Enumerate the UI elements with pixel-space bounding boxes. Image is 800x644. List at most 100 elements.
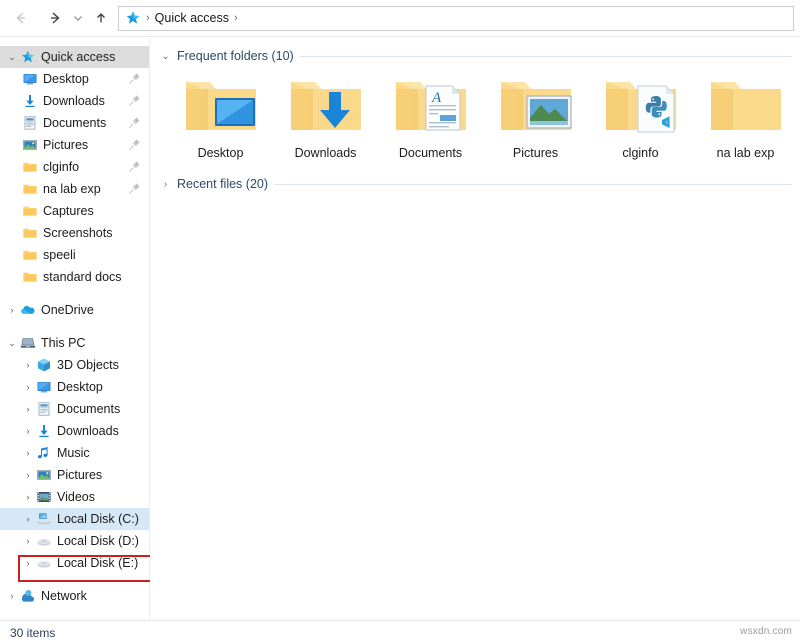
folder-tile-icon bbox=[185, 82, 256, 130]
sidebar-item-desktop[interactable]: › Desktop bbox=[0, 376, 149, 398]
folder-tile-label: Pictures bbox=[512, 146, 559, 160]
document-icon bbox=[38, 402, 50, 416]
folder-icon-download-overlay bbox=[287, 72, 365, 140]
sidebar-item-clginfo[interactable]: clginfo bbox=[0, 156, 149, 178]
chevron-down-icon bbox=[74, 16, 82, 21]
chevron-right-icon[interactable]: › bbox=[20, 514, 36, 524]
sidebar-item-screenshots[interactable]: Screenshots bbox=[0, 222, 149, 244]
chevron-right-icon[interactable]: › bbox=[20, 470, 36, 480]
folder-tile[interactable]: Downloads bbox=[273, 72, 378, 160]
sidebar-item-label: Documents bbox=[43, 116, 107, 130]
address-bar[interactable]: › Quick access › bbox=[118, 5, 794, 31]
chevron-down-icon[interactable]: ⌄ bbox=[4, 52, 20, 63]
recent-files-header[interactable]: › Recent files (20) bbox=[160, 174, 800, 194]
breadcrumb-separator-trailing[interactable]: › bbox=[234, 12, 238, 24]
forward-button[interactable] bbox=[42, 5, 68, 31]
up-button[interactable] bbox=[88, 5, 114, 31]
sidebar-item-label: Downloads bbox=[43, 94, 105, 108]
sidebar-item-documents[interactable]: › Documents bbox=[0, 398, 149, 420]
folder-tile[interactable]: clginfo bbox=[588, 72, 693, 160]
folder-icon bbox=[23, 206, 37, 216]
sidebar-item-label: Local Disk (E:) bbox=[57, 556, 139, 570]
chevron-right-icon[interactable]: › bbox=[20, 382, 36, 392]
sidebar-item-label: This PC bbox=[41, 336, 86, 350]
pictures-icon bbox=[37, 470, 51, 480]
chevron-right-icon[interactable]: › bbox=[20, 448, 36, 458]
folder-tile[interactable]: A Documents bbox=[378, 72, 483, 160]
status-bar: 30 items bbox=[0, 620, 800, 644]
folder-tile-label: na lab exp bbox=[716, 146, 775, 160]
folder-tile-label: Downloads bbox=[294, 146, 357, 160]
folder-tile[interactable]: Desktop bbox=[168, 72, 273, 160]
sidebar-item-onedrive[interactable]: › OneDrive bbox=[0, 299, 149, 321]
sidebar-item-pictures[interactable]: › Pictures bbox=[0, 464, 149, 486]
folder-icon bbox=[23, 162, 37, 172]
sidebar-item-network[interactable]: › Network bbox=[0, 585, 149, 607]
sidebar-item-downloads[interactable]: Downloads bbox=[0, 90, 149, 112]
sidebar-item-standard-docs[interactable]: standard docs bbox=[0, 266, 149, 288]
network-icon bbox=[22, 590, 35, 602]
back-button[interactable] bbox=[8, 5, 34, 31]
sidebar-item-documents[interactable]: Documents bbox=[0, 112, 149, 134]
sidebar-item-this-pc[interactable]: ⌄ This PC bbox=[0, 332, 149, 354]
folder-icon-python-overlay bbox=[602, 72, 680, 140]
sidebar-item-label: Desktop bbox=[43, 72, 89, 86]
chevron-right-icon[interactable]: › bbox=[20, 360, 36, 370]
breadcrumb-quick-access[interactable]: Quick access bbox=[155, 11, 229, 25]
sidebar-item-local-disk-c[interactable]: › Local Disk (C:) bbox=[0, 508, 149, 530]
sidebar-item-captures[interactable]: Captures bbox=[0, 200, 149, 222]
sidebar-item-music[interactable]: › Music bbox=[0, 442, 149, 464]
sidebar-item-label: Downloads bbox=[57, 424, 119, 438]
pin-icon[interactable] bbox=[128, 182, 141, 195]
chevron-right-icon[interactable]: › bbox=[20, 558, 36, 568]
pin-icon[interactable] bbox=[128, 138, 141, 151]
sidebar-item-local-disk-e[interactable]: › Local Disk (E:) bbox=[0, 552, 149, 574]
onedrive-icon bbox=[21, 306, 35, 314]
desktop-icon bbox=[37, 382, 51, 393]
sidebar-item-3d-objects[interactable]: › 3D Objects bbox=[0, 354, 149, 376]
pin-icon[interactable] bbox=[128, 116, 141, 129]
sidebar-item-desktop[interactable]: Desktop bbox=[0, 68, 149, 90]
os-drive-icon bbox=[37, 513, 51, 525]
pin-icon[interactable] bbox=[128, 72, 141, 85]
pin-icon[interactable] bbox=[128, 94, 141, 107]
document-icon bbox=[24, 116, 36, 130]
sidebar-item-label: Local Disk (C:) bbox=[57, 512, 139, 526]
chevron-right-icon[interactable]: › bbox=[20, 426, 36, 436]
chevron-down-icon[interactable]: ⌄ bbox=[160, 51, 171, 62]
folder-tile[interactable]: Pictures bbox=[483, 72, 588, 160]
folder-tile-icon bbox=[605, 82, 676, 133]
thispc-icon bbox=[20, 338, 36, 348]
sidebar-item-quick-access[interactable]: ⌄ Quick access bbox=[0, 46, 149, 68]
sidebar-item-videos[interactable]: › Videos bbox=[0, 486, 149, 508]
chevron-right-icon[interactable]: › bbox=[20, 536, 36, 546]
sidebar-item-pictures[interactable]: Pictures bbox=[0, 134, 149, 156]
pin-icon[interactable] bbox=[128, 160, 141, 173]
star-icon bbox=[22, 50, 34, 63]
folder-icon-none bbox=[707, 72, 785, 140]
frequent-folders-header[interactable]: ⌄ Frequent folders (10) bbox=[160, 46, 800, 66]
quick-access-star-icon bbox=[126, 11, 140, 24]
videos-icon bbox=[37, 492, 51, 502]
chevron-right-icon[interactable]: › bbox=[20, 492, 36, 502]
svg-text:A: A bbox=[431, 90, 442, 106]
sidebar-item-speeli[interactable]: speeli bbox=[0, 244, 149, 266]
item-count-label: 30 items bbox=[10, 625, 56, 640]
chevron-right-icon[interactable]: › bbox=[4, 305, 20, 315]
sidebar-item-downloads[interactable]: › Downloads bbox=[0, 420, 149, 442]
recent-locations-button[interactable] bbox=[68, 5, 88, 31]
chevron-right-icon[interactable]: › bbox=[20, 404, 36, 414]
sidebar-item-label: Videos bbox=[57, 490, 95, 504]
sidebar-item-local-disk-d[interactable]: › Local Disk (D:) bbox=[0, 530, 149, 552]
chevron-down-icon[interactable]: ⌄ bbox=[4, 338, 20, 349]
sidebar-item-label: speeli bbox=[43, 248, 76, 262]
chevron-right-icon[interactable]: › bbox=[160, 179, 171, 190]
folder-tile[interactable]: na lab exp bbox=[693, 72, 798, 160]
sidebar-item-na-lab-exp[interactable]: na lab exp bbox=[0, 178, 149, 200]
chevron-right-icon[interactable]: › bbox=[4, 591, 20, 601]
drive-icon bbox=[37, 539, 51, 546]
pictures-icon bbox=[23, 140, 37, 150]
folder-tile-icon bbox=[500, 82, 572, 130]
